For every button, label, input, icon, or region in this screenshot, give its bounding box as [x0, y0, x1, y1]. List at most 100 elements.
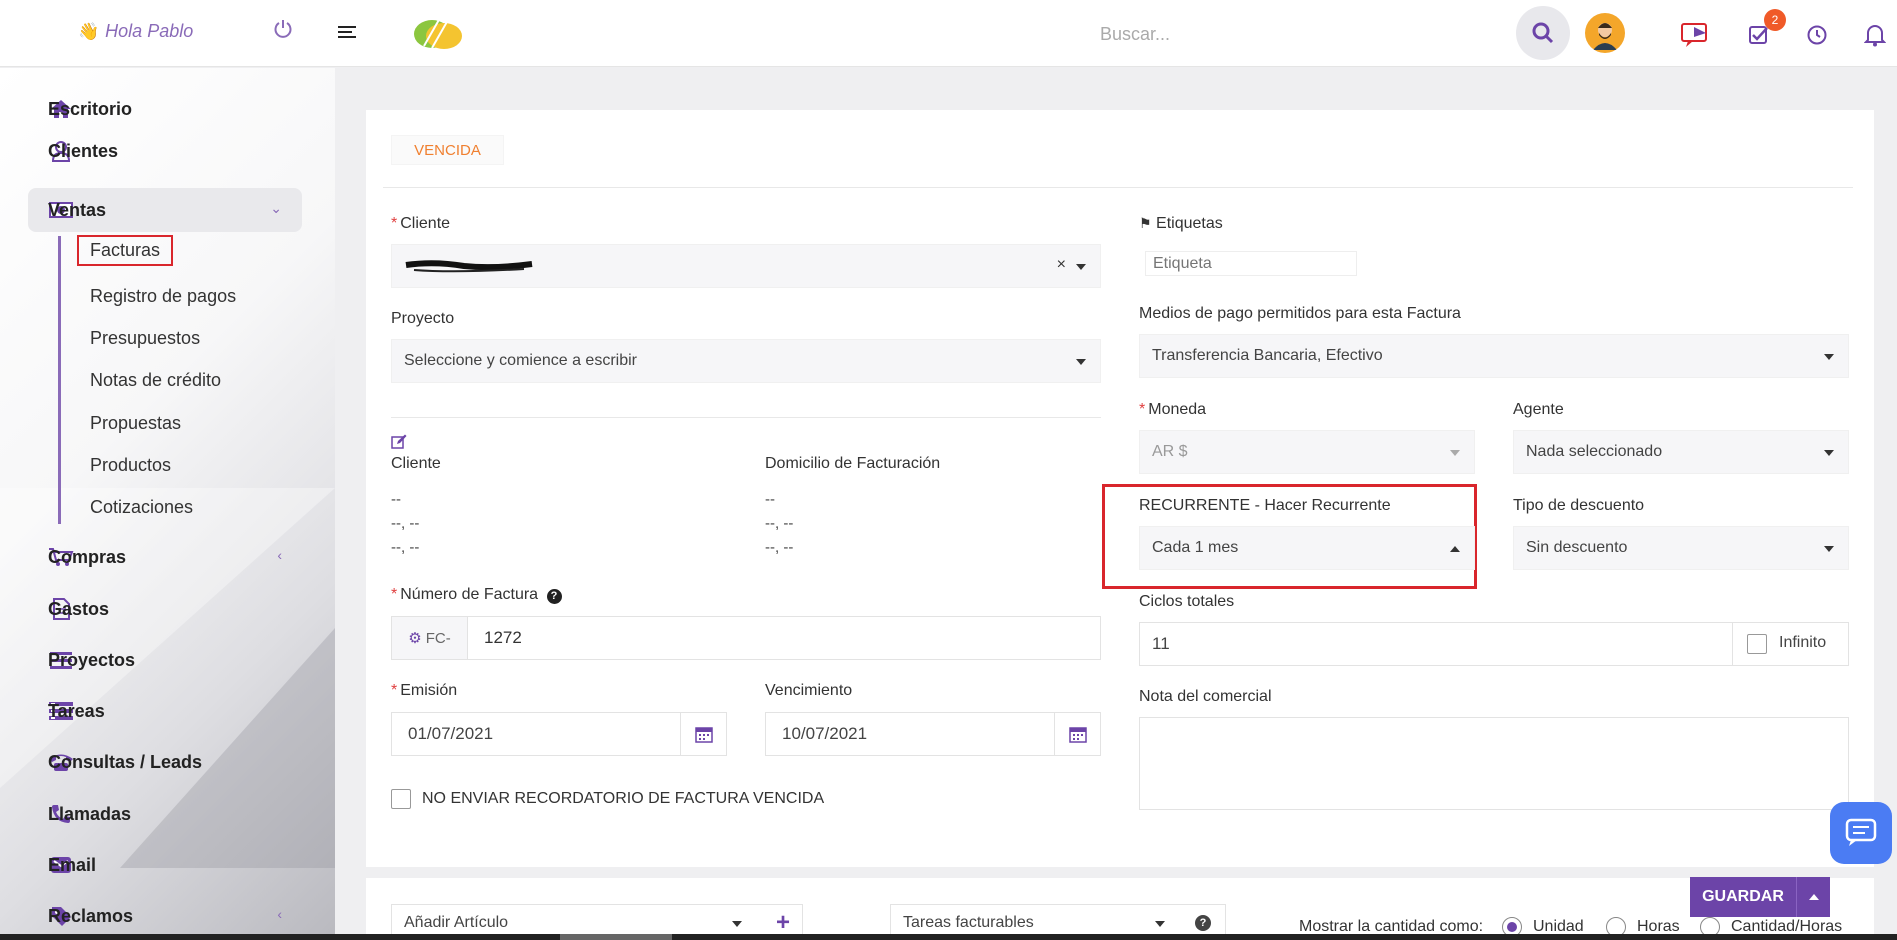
taskbar-strip — [0, 934, 1897, 940]
divider — [391, 417, 1101, 418]
guardar-button-group: GUARDAR — [1690, 877, 1830, 917]
nota-comercial-label: Nota del comercial — [1139, 688, 1272, 705]
calendar-icon[interactable] — [1054, 713, 1100, 755]
submenu-line — [58, 236, 61, 524]
wave-hand-icon: 👋 — [78, 21, 100, 41]
chat-button[interactable] — [1830, 802, 1892, 864]
etiquetas-label: ⚑ Etiquetas — [1139, 215, 1223, 232]
ciclos-totales-input[interactable]: 11 — [1139, 622, 1733, 666]
calendar-icon[interactable] — [680, 713, 726, 755]
cliente-line: --, -- — [391, 515, 420, 532]
chevron-left-icon: ‹ — [277, 906, 282, 922]
nota-comercial-textarea[interactable] — [1139, 717, 1849, 810]
cliente-line: --, -- — [391, 539, 420, 556]
help-icon[interactable]: ? — [546, 589, 562, 604]
etiqueta-input[interactable] — [1145, 251, 1357, 276]
tipo-descuento-select[interactable]: Sin descuento — [1513, 526, 1849, 570]
greeting-text: Hola Pablo — [105, 21, 194, 41]
notification-badge: 2 — [1764, 9, 1786, 31]
recurrente-select[interactable]: Cada 1 mes — [1139, 526, 1475, 570]
clock-icon[interactable] — [1802, 20, 1832, 50]
numero-factura-label: * Número de Factura ? — [391, 586, 562, 604]
medios-pago-select[interactable]: Transferencia Bancaria, Efectivo — [1139, 334, 1849, 378]
vencimiento-label: Vencimiento — [765, 682, 853, 699]
infinito-label: Infinito — [1779, 634, 1827, 651]
agente-label: Agente — [1513, 401, 1564, 418]
sidebar-item-reclamos[interactable]: Reclamos ‹ — [28, 894, 302, 938]
numero-factura-group: ⚙ FC- 1272 — [391, 616, 1101, 660]
gear-icon: ⚙ — [408, 630, 422, 647]
no-recordatorio-checkbox[interactable] — [391, 789, 411, 809]
sidebar-item-clientes[interactable]: Clientes — [28, 129, 302, 173]
user-avatar[interactable] — [1585, 13, 1625, 53]
chat-alert-icon[interactable] — [1680, 20, 1710, 50]
submenu-item-notas-credito[interactable]: Notas de crédito — [90, 370, 221, 391]
bell-icon[interactable] — [1860, 20, 1890, 50]
top-bar: 👋 Hola Pablo 2 — [0, 0, 1897, 67]
edit-icon[interactable] — [391, 434, 407, 450]
search-icon — [1532, 22, 1554, 44]
sidebar-item-llamadas[interactable]: Llamadas — [28, 792, 302, 836]
power-icon[interactable] — [272, 18, 294, 40]
submenu-item-registro-pagos[interactable]: Registro de pagos — [90, 286, 236, 307]
moneda-label: * Moneda — [1139, 401, 1207, 418]
sidebar: Escritorio Clientes Ventas ⌄ Facturas Re… — [0, 68, 335, 940]
ciclos-totales-label: Ciclos totales — [1139, 593, 1235, 610]
cliente-column-label: Cliente — [391, 455, 441, 472]
proyecto-label: Proyecto — [391, 310, 455, 327]
search-input[interactable] — [1100, 17, 1500, 51]
domicilio-column-label: Domicilio de Facturación — [765, 455, 941, 472]
numero-prefix[interactable]: ⚙ FC- — [392, 617, 468, 659]
numero-factura-input[interactable]: 1272 — [468, 628, 522, 648]
submenu-item-productos[interactable]: Productos — [90, 455, 171, 476]
sidebar-item-ventas[interactable]: Ventas ⌄ — [28, 188, 302, 232]
cliente-line: -- — [391, 491, 401, 508]
company-logo[interactable] — [410, 10, 466, 52]
taskbar-strip-segment — [560, 934, 672, 940]
help-icon[interactable]: ? — [1195, 915, 1211, 931]
agente-select[interactable]: Nada seleccionado — [1513, 430, 1849, 474]
redacted-client-name — [405, 260, 533, 273]
greeting[interactable]: 👋 Hola Pablo — [78, 21, 193, 42]
submenu-item-cotizaciones[interactable]: Cotizaciones — [90, 497, 193, 518]
submenu-item-presupuestos[interactable]: Presupuestos — [90, 328, 200, 349]
recurrente-label: RECURRENTE - Hacer Recurrente — [1139, 497, 1391, 514]
domicilio-line: -- — [765, 491, 775, 508]
medios-pago-label: Medios de pago permitidos para esta Fact… — [1139, 305, 1461, 322]
domicilio-line: --, -- — [765, 539, 794, 556]
guardar-button[interactable]: GUARDAR — [1690, 877, 1796, 917]
moneda-select[interactable]: AR $ — [1139, 430, 1475, 474]
guardar-dropdown-toggle[interactable] — [1796, 877, 1830, 917]
sidebar-item-gastos[interactable]: Gastos — [28, 587, 302, 631]
submenu-item-propuestas[interactable]: Propuestas — [90, 413, 181, 434]
chevron-down-icon: ⌄ — [270, 200, 282, 216]
tag-icon: ⚑ — [1139, 215, 1152, 231]
no-recordatorio-label: NO ENVIAR RECORDATORIO DE FACTURA VENCID… — [422, 790, 825, 807]
search-button[interactable] — [1516, 6, 1570, 60]
add-icon[interactable]: + — [776, 909, 790, 937]
cliente-select[interactable]: × — [391, 244, 1101, 288]
tipo-descuento-label: Tipo de descuento — [1513, 497, 1645, 514]
sidebar-item-consultas-leads[interactable]: Consultas / Leads — [28, 740, 302, 784]
infinito-group: Infinito — [1732, 622, 1849, 666]
sidebar-item-escritorio[interactable]: Escritorio — [28, 87, 302, 131]
sidebar-item-email[interactable]: Email — [28, 843, 302, 887]
divider — [383, 187, 1853, 188]
sidebar-item-compras[interactable]: Compras ‹ — [28, 535, 302, 579]
vencimiento-date-input[interactable]: 10/07/2021 — [765, 712, 1101, 756]
clear-icon[interactable]: × — [1057, 256, 1066, 274]
emision-label: * Emisión — [391, 682, 458, 699]
domicilio-line: --, -- — [765, 515, 794, 532]
chat-icon — [1845, 818, 1877, 846]
sidebar-item-proyectos[interactable]: Proyectos — [28, 638, 302, 682]
status-badge: VENCIDA — [391, 135, 504, 165]
menu-toggle-icon[interactable] — [338, 24, 358, 42]
chevron-left-icon: ‹ — [277, 547, 282, 563]
cliente-label: * Cliente — [391, 215, 451, 232]
sidebar-item-tareas[interactable]: Tareas — [28, 689, 302, 733]
caret-up-icon — [1808, 894, 1819, 900]
infinito-checkbox[interactable] — [1747, 634, 1767, 654]
emision-date-input[interactable]: 01/07/2021 — [391, 712, 727, 756]
proyecto-select[interactable]: Seleccione y comience a escribir — [391, 339, 1101, 383]
submenu-item-facturas[interactable]: Facturas — [76, 235, 174, 266]
